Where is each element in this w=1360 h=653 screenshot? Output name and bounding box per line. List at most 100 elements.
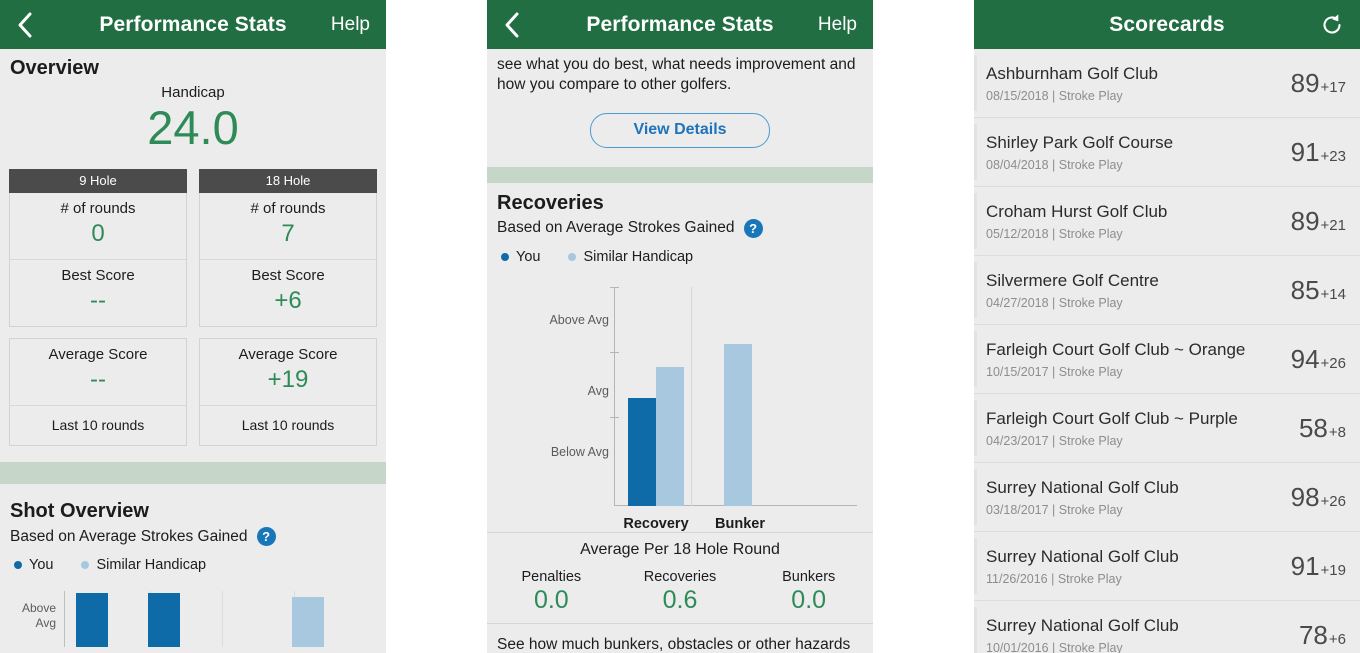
legend-dot-icon: [501, 252, 509, 261]
section-divider-band: [487, 166, 873, 183]
shot-overview-section: Shot Overview Based on Average Strokes G…: [0, 484, 386, 648]
legend-item-similar-handicap: Similar Handicap: [568, 249, 693, 265]
score-summary: 94 +26: [1291, 346, 1346, 372]
score-summary: 58 +8: [1299, 415, 1346, 441]
stat-recoveries: Recoveries 0.6: [616, 569, 745, 613]
rounds-cell: # of rounds 0: [10, 193, 186, 259]
average-card-9-hole[interactable]: Average Score -- Last 10 rounds: [9, 338, 187, 447]
scorecard-info: Surrey National Golf Club 03/18/2017 | S…: [986, 477, 1179, 516]
shot-overview-title: Shot Overview: [10, 500, 149, 523]
y-tick-avg: Avg: [587, 383, 609, 398]
score-summary: 91 +23: [1291, 139, 1346, 165]
chart-bar-bunker-similar: [724, 343, 752, 506]
panel2-content: see what you do best, what needs improve…: [487, 49, 873, 653]
scorecard-info: Ashburnham Golf Club 08/15/2018 | Stroke…: [986, 63, 1158, 102]
last-rounds-cell: Last 10 rounds: [10, 405, 186, 445]
scorecard-info: Silvermere Golf Centre 04/27/2018 | Stro…: [986, 270, 1159, 309]
card-header-label: 18 Hole: [199, 169, 377, 194]
scorecard-info: Croham Hurst Golf Club 05/12/2018 | Stro…: [986, 201, 1167, 240]
scorecard-meta: 04/27/2018 | Stroke Play: [986, 295, 1123, 310]
chart-bar-you: [148, 593, 180, 648]
back-button[interactable]: [12, 12, 38, 38]
chevron-left-icon: [18, 12, 32, 37]
average-card-18-hole[interactable]: Average Score +19 Last 10 rounds: [199, 338, 377, 447]
scorecard-meta: 04/23/2017 | Stroke Play: [986, 433, 1123, 448]
score-over-par: +6: [1328, 631, 1346, 648]
scorecard-row[interactable]: Croham Hurst Golf Club 05/12/2018 | Stro…: [974, 187, 1360, 256]
score-value: 89: [1290, 206, 1320, 236]
course-name: Surrey National Golf Club: [986, 478, 1179, 498]
course-name: Croham Hurst Golf Club: [986, 202, 1168, 222]
chart-y-tick: [610, 416, 619, 418]
recoveries-section: Recoveries Based on Average Strokes Gain…: [487, 183, 873, 653]
back-button[interactable]: [499, 12, 525, 38]
score-over-par: +21: [1320, 217, 1346, 234]
scorecard-row[interactable]: Surrey National Golf Club 10/01/2016 | S…: [974, 601, 1360, 653]
score-over-par: +19: [1320, 562, 1346, 579]
scorecard-info: Farleigh Court Golf Club ~ Purple 04/23/…: [986, 408, 1238, 447]
chart-bars-area: [64, 587, 386, 648]
help-button[interactable]: Help: [818, 14, 857, 36]
chart-y-tick: [610, 351, 619, 353]
best-score-value: --: [90, 287, 106, 315]
rounds-label: # of rounds: [250, 200, 326, 218]
stat-label: Penalties: [521, 568, 582, 585]
shot-overview-subtitle: Based on Average Strokes Gained: [10, 527, 248, 545]
score-over-par: +26: [1320, 493, 1346, 510]
navbar-panel2: Performance Stats Help: [487, 0, 873, 49]
question-mark-icon[interactable]: ?: [743, 218, 763, 238]
score-value: 78: [1298, 620, 1328, 650]
course-name: Ashburnham Golf Club: [986, 64, 1158, 84]
refresh-button[interactable]: [1318, 11, 1346, 39]
average-score-label: Average Score: [48, 346, 148, 364]
course-name: Surrey National Golf Club: [986, 547, 1179, 567]
score-over-par: +8: [1328, 424, 1346, 441]
legend-dot-icon: [14, 561, 22, 570]
scorecard-meta: 11/26/2016 | Stroke Play: [986, 571, 1122, 586]
view-details-button[interactable]: View Details: [590, 112, 770, 148]
scorecards-list[interactable]: Ashburnham Golf Club 08/15/2018 | Stroke…: [974, 49, 1360, 653]
legend-dot-icon: [568, 252, 577, 261]
average-score-cell: Average Score --: [10, 339, 186, 405]
question-mark-icon[interactable]: ?: [256, 527, 276, 547]
score-summary: 98 +26: [1291, 484, 1346, 510]
chart-bar-similar: [292, 597, 324, 648]
scorecard-row[interactable]: Farleigh Court Golf Club ~ Purple 04/23/…: [974, 394, 1360, 463]
course-name: Farleigh Court Golf Club ~ Purple: [986, 409, 1238, 429]
stats-card-18-hole[interactable]: 18 Hole # of rounds 7 Best Score +6: [199, 169, 377, 328]
chart-bar-recovery-similar: [656, 366, 684, 506]
stats-card-9-hole[interactable]: 9 Hole # of rounds 0 Best Score --: [9, 169, 187, 328]
recoveries-title: Recoveries: [497, 191, 604, 214]
axis-label-above: Above: [21, 601, 56, 616]
last-rounds-cell: Last 10 rounds: [200, 405, 376, 445]
refresh-icon: [1323, 13, 1341, 34]
stats-cards-row-bottom: Average Score -- Last 10 rounds Average …: [0, 338, 386, 447]
scorecard-info: Farleigh Court Golf Club ~ Orange 10/15/…: [986, 339, 1245, 378]
scorecard-row[interactable]: Surrey National Golf Club 11/26/2016 | S…: [974, 532, 1360, 601]
stat-label: Bunkers: [782, 568, 836, 585]
stat-value: 0.0: [791, 585, 827, 614]
card-body: Average Score -- Last 10 rounds: [9, 338, 187, 447]
scorecard-row[interactable]: Surrey National Golf Club 03/18/2017 | S…: [974, 463, 1360, 532]
scorecard-meta: 03/18/2017 | Stroke Play: [986, 502, 1123, 517]
scorecard-row[interactable]: Ashburnham Golf Club 08/15/2018 | Stroke…: [974, 49, 1360, 118]
scorecard-row[interactable]: Silvermere Golf Centre 04/27/2018 | Stro…: [974, 256, 1360, 325]
stat-bunkers: Bunkers 0.0: [744, 569, 873, 613]
best-score-cell: Best Score --: [10, 259, 186, 326]
scorecard-row[interactable]: Farleigh Court Golf Club ~ Orange 10/15/…: [974, 325, 1360, 394]
navbar-panel1: Performance Stats Help: [0, 0, 386, 49]
stat-value: 0.6: [662, 585, 698, 614]
help-button[interactable]: Help: [331, 14, 370, 36]
axis-label-avg: Avg: [35, 616, 56, 631]
best-score-cell: Best Score +6: [200, 259, 376, 326]
score-over-par: +26: [1320, 355, 1346, 372]
chart-separator: [222, 591, 223, 648]
intro-paragraph: see what you do best, what needs improve…: [497, 56, 856, 94]
scorecard-info: Shirley Park Golf Course 08/04/2018 | St…: [986, 132, 1173, 171]
course-name: Farleigh Court Golf Club ~ Orange: [986, 340, 1246, 360]
recoveries-chart: Above Avg Avg Below Avg Recovery Bunker: [487, 286, 873, 532]
score-summary: 78 +6: [1299, 622, 1346, 648]
scorecard-info: Surrey National Golf Club 10/01/2016 | S…: [986, 615, 1179, 653]
score-value: 89: [1290, 68, 1320, 98]
scorecard-row[interactable]: Shirley Park Golf Course 08/04/2018 | St…: [974, 118, 1360, 187]
